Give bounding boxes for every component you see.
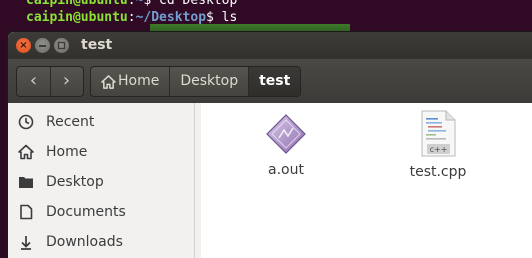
back-button[interactable]: ‹ [17, 67, 51, 96]
breadcrumb-desktop[interactable]: Desktop [170, 67, 250, 96]
chevron-left-icon: ‹ [29, 70, 38, 91]
sidebar-item-desktop[interactable]: Desktop [8, 167, 194, 197]
sidebar-item-label: Desktop [46, 174, 104, 190]
titlebar[interactable]: × test [8, 32, 532, 59]
file-item-test-cpp[interactable]: c++ test.cpp [393, 110, 483, 180]
window-title: test [81, 37, 113, 53]
file-name: test.cpp [409, 164, 467, 180]
forward-button[interactable]: › [50, 67, 83, 96]
sidebar-item-downloads[interactable]: Downloads [8, 227, 194, 257]
home-icon [18, 144, 34, 160]
sidebar-item-label: Home [46, 144, 88, 160]
document-icon [20, 204, 33, 220]
chevron-right-icon: › [62, 70, 71, 91]
file-view: a.out c++ test.cpp [201, 103, 532, 258]
executable-icon [266, 114, 306, 154]
minimize-icon [39, 45, 46, 47]
sidebar-item-recent[interactable]: Recent [8, 107, 194, 137]
close-button[interactable]: × [16, 38, 31, 53]
sidebar-item-label: Documents [46, 204, 126, 220]
file-badge: c++ [430, 145, 448, 154]
maximize-icon [57, 41, 66, 50]
file-manager-window: × test ‹ › Home Desktop test Recent Home… [8, 32, 532, 258]
sidebar-item-home[interactable]: Home [8, 137, 194, 167]
home-icon [101, 74, 116, 89]
folder-icon [19, 177, 33, 188]
terminal-line: caipin@ubuntu:~/Desktop$ ls [26, 10, 237, 26]
sidebar-item-label: Downloads [46, 234, 123, 250]
sidebar: Recent Home Desktop Documents Downloads [8, 103, 195, 258]
sidebar-item-documents[interactable]: Documents [8, 197, 194, 227]
file-name: a.out [268, 162, 304, 178]
breadcrumb-label: Desktop [180, 73, 239, 89]
terminal-line: caipin@ubuntu:~$ cd Desktop [26, 0, 237, 9]
terminal-user: caipin@ubuntu [26, 0, 128, 8]
breadcrumb-label: test [259, 73, 291, 89]
clock-icon [18, 114, 34, 130]
terminal-separator: : [127, 10, 136, 25]
cpp-source-icon: c++ [421, 110, 456, 157]
toolbar: ‹ › Home Desktop test [8, 59, 532, 103]
terminal-separator: : [127, 0, 136, 8]
breadcrumb: Home Desktop test [90, 66, 302, 97]
maximize-button[interactable] [54, 38, 69, 53]
breadcrumb-current[interactable]: test [249, 67, 301, 96]
terminal-command: $ cd Desktop [143, 0, 238, 8]
sidebar-item-label: Recent [46, 114, 95, 130]
breadcrumb-home[interactable]: Home [91, 67, 171, 96]
terminal-user: caipin@ubuntu [26, 10, 128, 25]
breadcrumb-label: Home [118, 73, 160, 89]
terminal-command: $ ls [206, 10, 238, 25]
file-item-a-out[interactable]: a.out [241, 112, 331, 178]
navigation-buttons: ‹ › [16, 66, 84, 97]
download-icon [21, 236, 31, 250]
terminal-path: ~/Desktop [135, 10, 207, 25]
minimize-button[interactable] [35, 38, 50, 53]
